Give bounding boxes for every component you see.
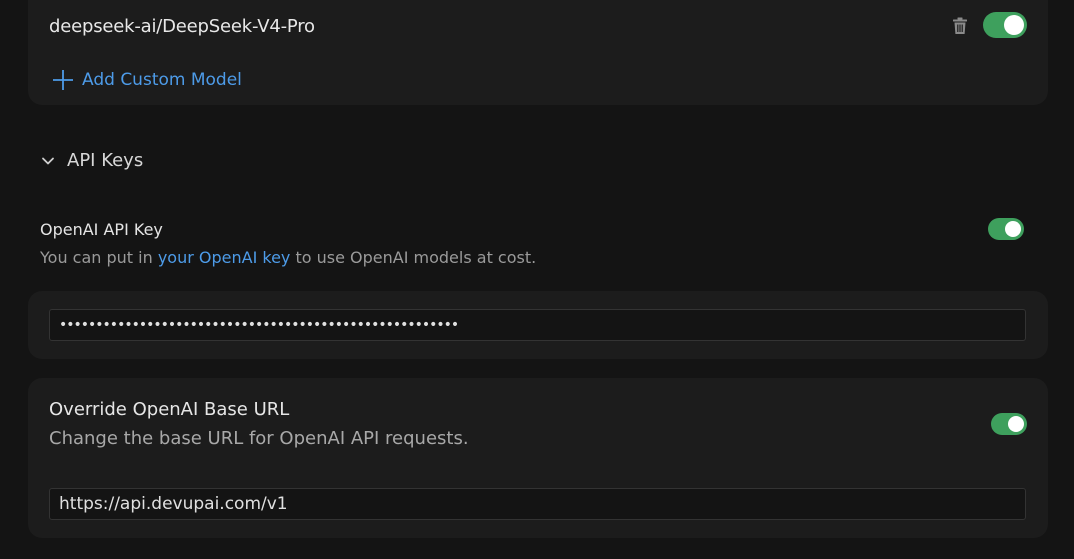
- base-url-toggle[interactable]: [991, 413, 1027, 435]
- openai-api-key-desc-prefix: You can put in: [40, 248, 158, 267]
- base-url-title: Override OpenAI Base URL: [49, 399, 290, 420]
- openai-api-key-input[interactable]: [49, 309, 1026, 341]
- base-url-description: Change the base URL for OpenAI API reque…: [49, 428, 469, 449]
- trash-icon[interactable]: [953, 17, 967, 35]
- api-keys-section-title: API Keys: [67, 150, 144, 171]
- openai-api-key-title: OpenAI API Key: [40, 220, 163, 239]
- model-enabled-toggle[interactable]: [983, 12, 1027, 38]
- chevron-down-icon: [40, 153, 56, 169]
- model-name: deepseek-ai/DeepSeek-V4-Pro: [49, 16, 315, 37]
- openai-key-link[interactable]: your OpenAI key: [158, 248, 291, 267]
- openai-api-key-description: You can put in your OpenAI key to use Op…: [40, 248, 536, 267]
- add-custom-model-label: Add Custom Model: [82, 70, 242, 90]
- openai-api-key-desc-suffix: to use OpenAI models at cost.: [290, 248, 537, 267]
- settings-page: deepseek-ai/DeepSeek-V4-Pro Add Custom M…: [0, 0, 1074, 559]
- base-url-input[interactable]: [49, 488, 1026, 520]
- add-custom-model-button[interactable]: Add Custom Model: [52, 69, 242, 91]
- openai-api-key-card: [28, 291, 1048, 359]
- base-url-card: Override OpenAI Base URL Change the base…: [28, 378, 1048, 538]
- toggle-knob: [1004, 15, 1024, 35]
- model-row: deepseek-ai/DeepSeek-V4-Pro: [49, 12, 1027, 44]
- openai-api-key-toggle[interactable]: [988, 218, 1024, 240]
- toggle-knob: [1008, 416, 1024, 432]
- toggle-knob: [1005, 221, 1021, 237]
- api-keys-section-toggle[interactable]: API Keys: [40, 150, 143, 171]
- plus-icon: [52, 69, 74, 91]
- models-card: deepseek-ai/DeepSeek-V4-Pro Add Custom M…: [28, 0, 1048, 105]
